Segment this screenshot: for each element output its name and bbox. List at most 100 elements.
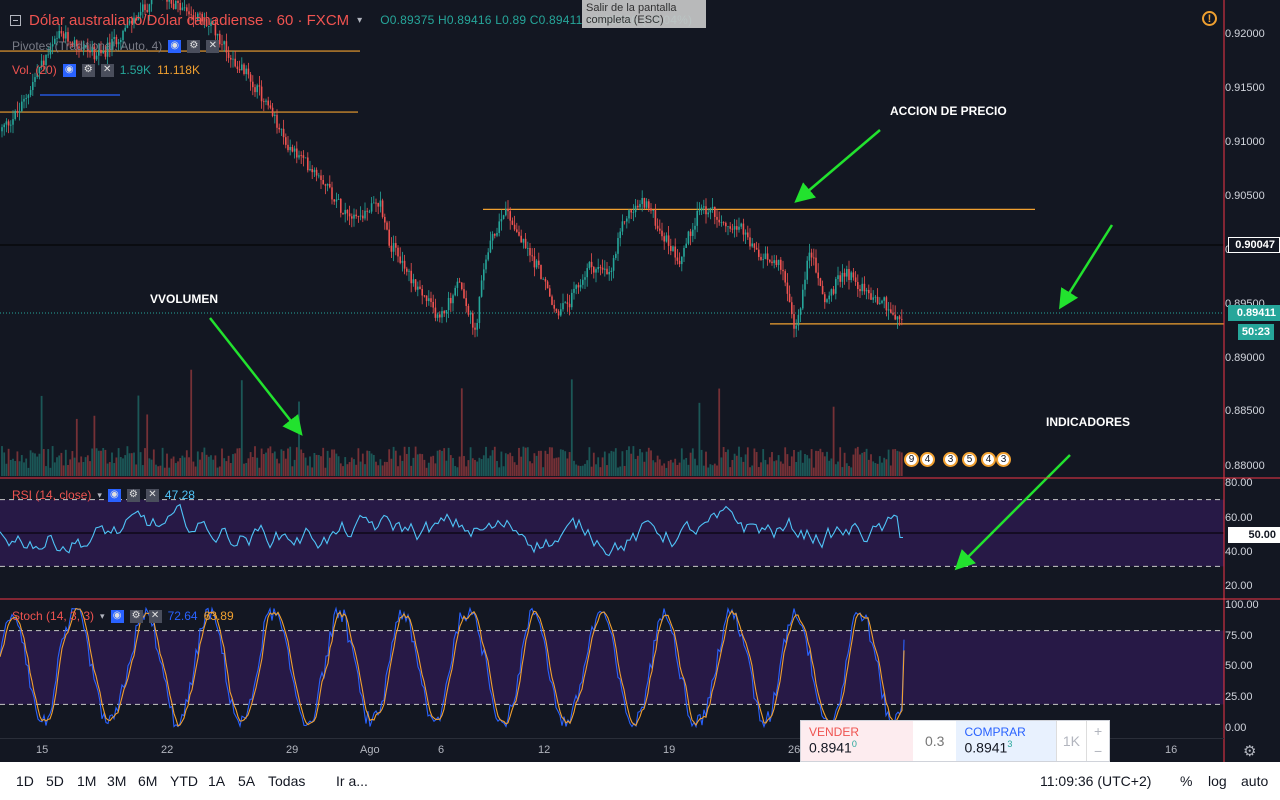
chevron-down-icon[interactable]: ▾ bbox=[100, 611, 105, 622]
eye-icon[interactable]: ◉ bbox=[62, 63, 76, 77]
candle-body bbox=[216, 33, 219, 36]
volume-bar bbox=[251, 457, 254, 476]
volume-bar bbox=[467, 460, 470, 476]
range-button-1d[interactable]: 1D bbox=[16, 773, 34, 789]
candle-body bbox=[617, 238, 619, 254]
candle-body bbox=[274, 114, 276, 116]
close-icon[interactable]: ✕ bbox=[148, 609, 162, 623]
candle-body bbox=[736, 226, 738, 230]
rsi-label[interactable]: RSI (14, close) bbox=[12, 488, 91, 502]
volume-bar bbox=[524, 447, 527, 476]
candle-body bbox=[296, 148, 298, 158]
volume-bar bbox=[249, 452, 252, 476]
stoch-legend: Stoch (14, 3, 3) ▾ ◉ ⚙ ✕ 72.64 63.89 bbox=[12, 609, 234, 623]
gear-icon[interactable]: ⚙ bbox=[129, 609, 143, 623]
percent-toggle[interactable]: % bbox=[1180, 773, 1192, 789]
volume-bar bbox=[111, 452, 113, 476]
volume-bar bbox=[199, 459, 201, 476]
event-badge[interactable]: 9 bbox=[904, 452, 919, 467]
quantity-field[interactable]: 1K bbox=[1055, 721, 1087, 761]
volume-bar bbox=[542, 467, 545, 476]
volume-bar bbox=[487, 458, 490, 476]
candle-body bbox=[340, 199, 342, 213]
volume-bar bbox=[628, 446, 630, 476]
warning-icon[interactable]: ! bbox=[1202, 11, 1217, 26]
eye-icon[interactable]: ◉ bbox=[107, 488, 121, 502]
stoch-label[interactable]: Stoch (14, 3, 3) bbox=[12, 609, 94, 623]
event-badge[interactable]: 3 bbox=[996, 452, 1011, 467]
gear-icon[interactable]: ⚙ bbox=[81, 63, 95, 77]
price-chart[interactable] bbox=[0, 0, 1280, 762]
settings-gear-icon[interactable]: ⚙ bbox=[1243, 742, 1256, 760]
candle-body bbox=[172, 3, 175, 9]
eye-icon[interactable]: ◉ bbox=[110, 609, 124, 623]
volume-bar bbox=[436, 450, 439, 476]
candle-body bbox=[368, 211, 371, 213]
close-icon[interactable]: ✕ bbox=[206, 39, 220, 53]
candle-body bbox=[819, 278, 822, 286]
candle-body bbox=[331, 187, 333, 200]
volume-bar bbox=[141, 465, 144, 476]
volume-bar bbox=[694, 458, 696, 476]
sell-button[interactable]: VENDER 0.89410 bbox=[801, 721, 913, 761]
log-toggle[interactable]: log bbox=[1208, 773, 1227, 789]
increase-quantity-button[interactable]: + bbox=[1094, 723, 1102, 739]
goto-date-button[interactable]: Ir a... bbox=[336, 773, 368, 789]
volume-bar bbox=[419, 453, 421, 476]
volume-bar bbox=[735, 455, 738, 476]
gear-icon[interactable]: ⚙ bbox=[126, 488, 140, 502]
event-badge[interactable]: 3 bbox=[943, 452, 958, 467]
gear-icon[interactable]: ⚙ bbox=[187, 39, 201, 53]
volume-bar bbox=[841, 467, 844, 476]
close-icon[interactable]: ✕ bbox=[145, 488, 159, 502]
volume-bar bbox=[20, 455, 23, 476]
candle-body bbox=[436, 314, 439, 318]
event-badge[interactable]: 4 bbox=[981, 452, 996, 467]
range-button-ytd[interactable]: YTD bbox=[170, 773, 198, 789]
event-badge[interactable]: 5 bbox=[962, 452, 977, 467]
buy-button[interactable]: COMPRAR 0.89413 bbox=[956, 721, 1056, 761]
volume-bar bbox=[342, 466, 344, 476]
candle-body bbox=[535, 260, 538, 268]
candle-body bbox=[357, 216, 360, 217]
range-button-5d[interactable]: 5D bbox=[46, 773, 64, 789]
range-button-1a[interactable]: 1A bbox=[208, 773, 225, 789]
candle-body bbox=[467, 305, 470, 315]
collapse-icon[interactable] bbox=[10, 14, 21, 26]
auto-toggle[interactable]: auto bbox=[1241, 773, 1268, 789]
range-button-6m[interactable]: 6M bbox=[138, 773, 157, 789]
candle-body bbox=[507, 208, 509, 212]
volume-bar bbox=[146, 414, 149, 476]
candle-body bbox=[428, 298, 430, 302]
range-button-1m[interactable]: 1M bbox=[77, 773, 96, 789]
volume-bar bbox=[302, 452, 305, 476]
volume-bar bbox=[601, 457, 604, 476]
range-button-todas[interactable]: Todas bbox=[268, 773, 305, 789]
decrease-quantity-button[interactable]: − bbox=[1094, 743, 1102, 759]
candle-body bbox=[241, 64, 243, 71]
chevron-down-icon[interactable]: ▾ bbox=[357, 15, 362, 26]
candle-body bbox=[564, 302, 566, 304]
candle-body bbox=[463, 289, 465, 299]
chevron-down-icon[interactable]: ▾ bbox=[97, 490, 102, 501]
volume-bar bbox=[790, 456, 793, 476]
symbol-title[interactable]: Dólar australiano/Dólar canadiense · 60 … bbox=[29, 12, 349, 29]
volume-bar bbox=[214, 455, 217, 476]
volume-bar bbox=[196, 451, 199, 476]
volume-label[interactable]: Vol. (20) bbox=[12, 63, 57, 77]
volume-bar bbox=[797, 451, 800, 476]
volume-bar bbox=[753, 448, 756, 476]
range-button-5a[interactable]: 5A bbox=[238, 773, 255, 789]
time-tick-label: 19 bbox=[663, 744, 676, 756]
close-icon[interactable]: ✕ bbox=[100, 63, 114, 77]
clock-timezone[interactable]: 11:09:36 (UTC+2) bbox=[1040, 773, 1151, 789]
candle-body bbox=[533, 256, 536, 268]
range-button-3m[interactable]: 3M bbox=[107, 773, 126, 789]
event-badge[interactable]: 4 bbox=[920, 452, 935, 467]
candle-body bbox=[313, 169, 316, 173]
candle-body bbox=[445, 310, 448, 314]
pivots-label[interactable]: Pivotes (Traditional, Auto, 4) bbox=[12, 39, 162, 53]
candle-body bbox=[247, 68, 250, 75]
eye-icon[interactable]: ◉ bbox=[168, 39, 182, 53]
candle-body bbox=[643, 197, 646, 208]
